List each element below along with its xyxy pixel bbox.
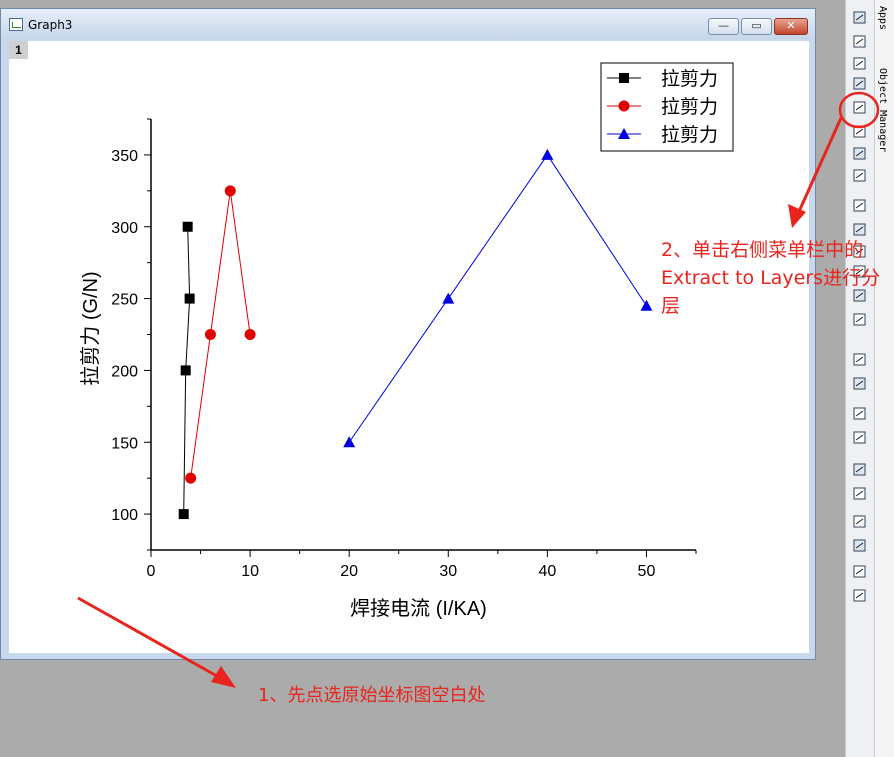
- legend-label-2: 拉剪力: [661, 96, 718, 118]
- same-width-icon[interactable]: [852, 462, 868, 478]
- maximize-button[interactable]: ▭: [741, 18, 772, 35]
- y-axis-title: 拉剪力 (G/N): [79, 271, 102, 385]
- title-bar[interactable]: Graph3 — ▭ ✕: [1, 9, 815, 39]
- back-icon[interactable]: [852, 538, 868, 554]
- align-bottom-icon[interactable]: [852, 376, 868, 392]
- group-icon[interactable]: [852, 564, 868, 580]
- series-2-point: [244, 329, 256, 340]
- annotation-step2-line3: 层: [661, 295, 681, 317]
- x-tick-label: 30: [439, 563, 457, 580]
- minimize-button[interactable]: —: [708, 18, 739, 35]
- series-1-point: [184, 293, 195, 304]
- plot-area[interactable]: 0 10 20 30 40 50 100 150 200 250 300 350 焊接电流 (I/KA)…: [9, 41, 809, 653]
- y-tick-label: 300: [111, 220, 138, 237]
- series-3-line: [348, 154, 647, 443]
- y-tick-label: 150: [111, 435, 138, 452]
- series-2-point: [224, 185, 236, 197]
- x-tick-label: 10: [241, 563, 259, 580]
- legend-marker-1: [619, 73, 629, 83]
- layer-contents-icon[interactable]: [852, 168, 868, 184]
- rotate-icon[interactable]: [852, 56, 868, 72]
- legend-marker-2: [618, 100, 630, 112]
- align-center-h-icon[interactable]: [852, 406, 868, 422]
- y-tick-label: 200: [111, 363, 138, 380]
- graph-canvas[interactable]: 1 0 10 20 30 40 50 100 150 200 250 300 350 焊接电流 (I/K…: [9, 41, 809, 653]
- annotation-step1: 1、先点选原始坐标图空白处: [258, 685, 486, 706]
- legend-label-3: 拉剪力: [661, 124, 718, 146]
- add-axis-bottom-icon[interactable]: [852, 198, 868, 214]
- y-tick-label: 250: [111, 292, 138, 309]
- front-icon[interactable]: [852, 514, 868, 530]
- series-3-point: [640, 299, 653, 311]
- annotation-step2-line2: Extract to Layers进行分: [661, 267, 881, 289]
- series-3-point: [442, 292, 455, 304]
- window-title: Graph3: [28, 18, 73, 32]
- x-tick-label: 20: [340, 563, 358, 580]
- series-1-point: [182, 221, 193, 232]
- series-3-point: [343, 436, 356, 448]
- align-top-icon[interactable]: [852, 352, 868, 368]
- same-height-icon[interactable]: [852, 486, 868, 502]
- arrow-step1-head: [211, 666, 236, 688]
- legend-label-1: 拉剪力: [661, 68, 718, 90]
- series-2-point: [204, 329, 216, 340]
- annotation-step2-line1: 2、单击右侧菜单栏中的: [661, 239, 864, 261]
- y-tick-label: 350: [111, 148, 138, 165]
- text-tool-icon[interactable]: [852, 10, 868, 26]
- x-tick-label: 50: [638, 563, 656, 580]
- x-axis-title: 焊接电流 (I/KA): [350, 597, 487, 620]
- ungroup-icon[interactable]: [852, 588, 868, 604]
- annotation-step2: 2、单击右侧菜单栏中的 Extract to Layers进行分 层: [661, 236, 880, 320]
- series-3-point: [541, 148, 554, 160]
- graph-window-icon: [9, 18, 23, 31]
- align-center-v-icon[interactable]: [852, 430, 868, 446]
- series-1-point: [178, 509, 189, 520]
- series-2-line: [190, 190, 251, 479]
- scale-icon[interactable]: [852, 34, 868, 50]
- x-tick-label: 40: [538, 563, 556, 580]
- y-tick-label: 100: [111, 507, 138, 524]
- graph-window[interactable]: Graph3 — ▭ ✕ 1 0 10 20 30 40 50 100 150 200 250 30…: [0, 8, 816, 660]
- tab-apps[interactable]: Apps: [877, 6, 888, 30]
- close-button[interactable]: ✕: [774, 18, 808, 35]
- highlight-circle: [838, 91, 880, 129]
- series-2-point: [185, 472, 197, 484]
- series-1-point: [180, 365, 191, 376]
- x-tick-label: 0: [147, 563, 156, 580]
- arrange-layers-icon[interactable]: [852, 146, 868, 162]
